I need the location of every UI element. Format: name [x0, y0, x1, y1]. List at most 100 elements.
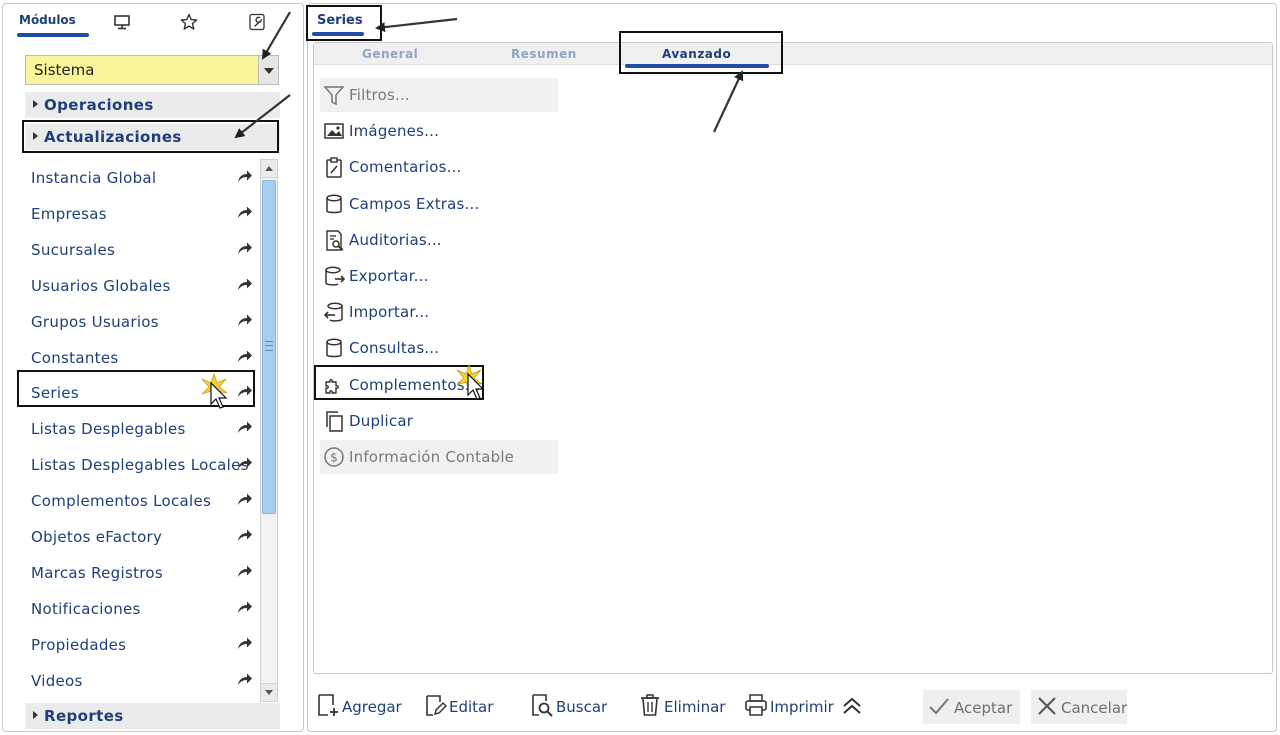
share-arrow-icon[interactable]	[237, 204, 253, 220]
add-icon	[318, 694, 338, 716]
menu-item[interactable]: Constantes	[31, 341, 259, 369]
search-label: Buscar	[556, 698, 608, 716]
share-arrow-icon[interactable]	[237, 312, 253, 328]
action-item[interactable]: Comentarios...	[320, 150, 558, 184]
menu-item[interactable]: Usuarios Globales	[31, 269, 259, 297]
action-item[interactable]: Complementos...	[320, 368, 558, 402]
action-label: Importar...	[349, 303, 430, 322]
action-item[interactable]: Exportar...	[320, 259, 558, 293]
cancel-button[interactable]: Cancelar	[1031, 690, 1127, 724]
action-item: $ Información Contable	[320, 440, 558, 474]
chevron-down-icon[interactable]	[258, 56, 278, 84]
share-arrow-icon[interactable]	[237, 348, 253, 364]
share-arrow-icon[interactable]	[237, 491, 253, 507]
action-item[interactable]: Consultas...	[320, 331, 558, 365]
action-item[interactable]: Imágenes...	[320, 114, 558, 148]
modules-panel: Módulos Sistema Operaciones Actualizacio…	[2, 3, 304, 732]
menu-item-label: Listas Desplegables	[31, 420, 186, 439]
filter-icon	[323, 86, 345, 106]
menu-item[interactable]: Listas Desplegables	[31, 412, 259, 440]
share-arrow-icon[interactable]	[237, 383, 253, 399]
menu-item[interactable]: Empresas	[31, 197, 259, 225]
scroll-up-icon[interactable]	[261, 160, 277, 178]
menu-item[interactable]: Propiedades	[31, 628, 259, 656]
section-reportes[interactable]: Reportes	[25, 703, 280, 729]
share-arrow-icon[interactable]	[237, 527, 253, 543]
tab-resumen[interactable]: Resumen	[511, 47, 577, 61]
double-chevron-up-icon[interactable]	[840, 694, 864, 718]
tab-general[interactable]: General	[362, 47, 418, 61]
menu-item-label: Complementos Locales	[31, 492, 212, 511]
share-arrow-icon[interactable]	[237, 455, 253, 471]
section-operaciones[interactable]: Operaciones	[25, 92, 280, 118]
module-select[interactable]: Sistema	[25, 55, 279, 85]
share-arrow-icon[interactable]	[237, 276, 253, 292]
menu-item[interactable]: Instancia Global	[31, 161, 259, 189]
action-label: Filtros...	[349, 86, 410, 104]
detail-panel: Series General Resumen Avanzado Filtros.…	[307, 3, 1277, 732]
action-item[interactable]: Duplicar	[320, 404, 558, 438]
audit-icon	[326, 230, 344, 251]
menu-scrollbar[interactable]	[260, 159, 278, 702]
delete-button[interactable]: Eliminar	[638, 689, 728, 723]
section-label: Operaciones	[44, 96, 154, 114]
wrench-icon[interactable]	[248, 13, 266, 31]
search-button[interactable]: Buscar	[530, 689, 610, 723]
menu-item[interactable]: Videos	[31, 664, 259, 692]
share-arrow-icon[interactable]	[237, 671, 253, 687]
action-item[interactable]: Auditorias...	[320, 223, 558, 257]
expand-arrow-icon	[33, 100, 38, 108]
star-icon[interactable]	[180, 13, 198, 31]
expand-arrow-icon	[33, 132, 38, 140]
left-tabs: Módulos	[3, 4, 303, 38]
menu-item[interactable]: Objetos eFactory	[31, 520, 259, 548]
action-label: Imágenes...	[349, 122, 440, 141]
menu-item-label: Notificaciones	[31, 599, 141, 618]
tab-avanzado[interactable]: Avanzado	[662, 47, 731, 61]
menu-item[interactable]: Grupos Usuarios	[31, 305, 259, 333]
menu-item-label: Grupos Usuarios	[31, 312, 159, 331]
menu-item-label: Constantes	[31, 348, 119, 367]
share-arrow-icon[interactable]	[237, 240, 253, 256]
tab-modulos[interactable]: Módulos	[19, 13, 76, 27]
menu-item-label: Instancia Global	[31, 169, 157, 187]
search-icon	[532, 694, 553, 717]
svg-text:$: $	[330, 451, 338, 465]
share-arrow-icon[interactable]	[237, 168, 253, 184]
accept-button[interactable]: Aceptar	[923, 690, 1020, 724]
action-label: Campos Extras...	[349, 194, 480, 213]
action-item[interactable]: Importar...	[320, 295, 558, 329]
menu-item-label: Usuarios Globales	[31, 276, 171, 295]
close-icon	[1038, 697, 1056, 715]
menu-item-label: Videos	[31, 671, 83, 690]
menu-item[interactable]: Listas Desplegables Locales	[31, 448, 259, 476]
monitor-icon[interactable]	[113, 13, 131, 31]
menu-item[interactable]: Notificaciones	[31, 592, 259, 620]
add-label: Agregar	[342, 698, 402, 716]
add-button[interactable]: Agregar	[316, 689, 412, 723]
menu-item[interactable]: Series	[31, 376, 259, 404]
print-button[interactable]: Imprimir	[744, 689, 836, 723]
edit-icon	[426, 695, 447, 716]
tab-active-indicator	[312, 32, 364, 36]
action-item[interactable]: Campos Extras...	[320, 187, 558, 221]
menu-item[interactable]: Complementos Locales	[31, 484, 259, 512]
menu-item[interactable]: Sucursales	[31, 233, 259, 261]
action-label: Consultas...	[349, 339, 440, 358]
menu-item-label: Series	[31, 384, 79, 403]
edit-button[interactable]: Editar	[423, 689, 503, 723]
action-label: Complementos...	[349, 375, 480, 394]
share-arrow-icon[interactable]	[237, 563, 253, 579]
menu-item-label: Empresas	[31, 204, 107, 223]
tab-series[interactable]: Series	[317, 13, 363, 28]
section-actualizaciones[interactable]: Actualizaciones	[25, 124, 280, 150]
scroll-down-icon[interactable]	[261, 683, 277, 701]
share-arrow-icon[interactable]	[237, 599, 253, 615]
share-arrow-icon[interactable]	[237, 635, 253, 651]
menu-item[interactable]: Marcas Registros	[31, 556, 259, 584]
scroll-thumb[interactable]	[262, 180, 276, 514]
puzzle-icon	[325, 378, 339, 394]
subtab-bar: General Resumen Avanzado	[314, 43, 1272, 65]
action-label: Duplicar	[349, 411, 414, 430]
share-arrow-icon[interactable]	[237, 419, 253, 435]
